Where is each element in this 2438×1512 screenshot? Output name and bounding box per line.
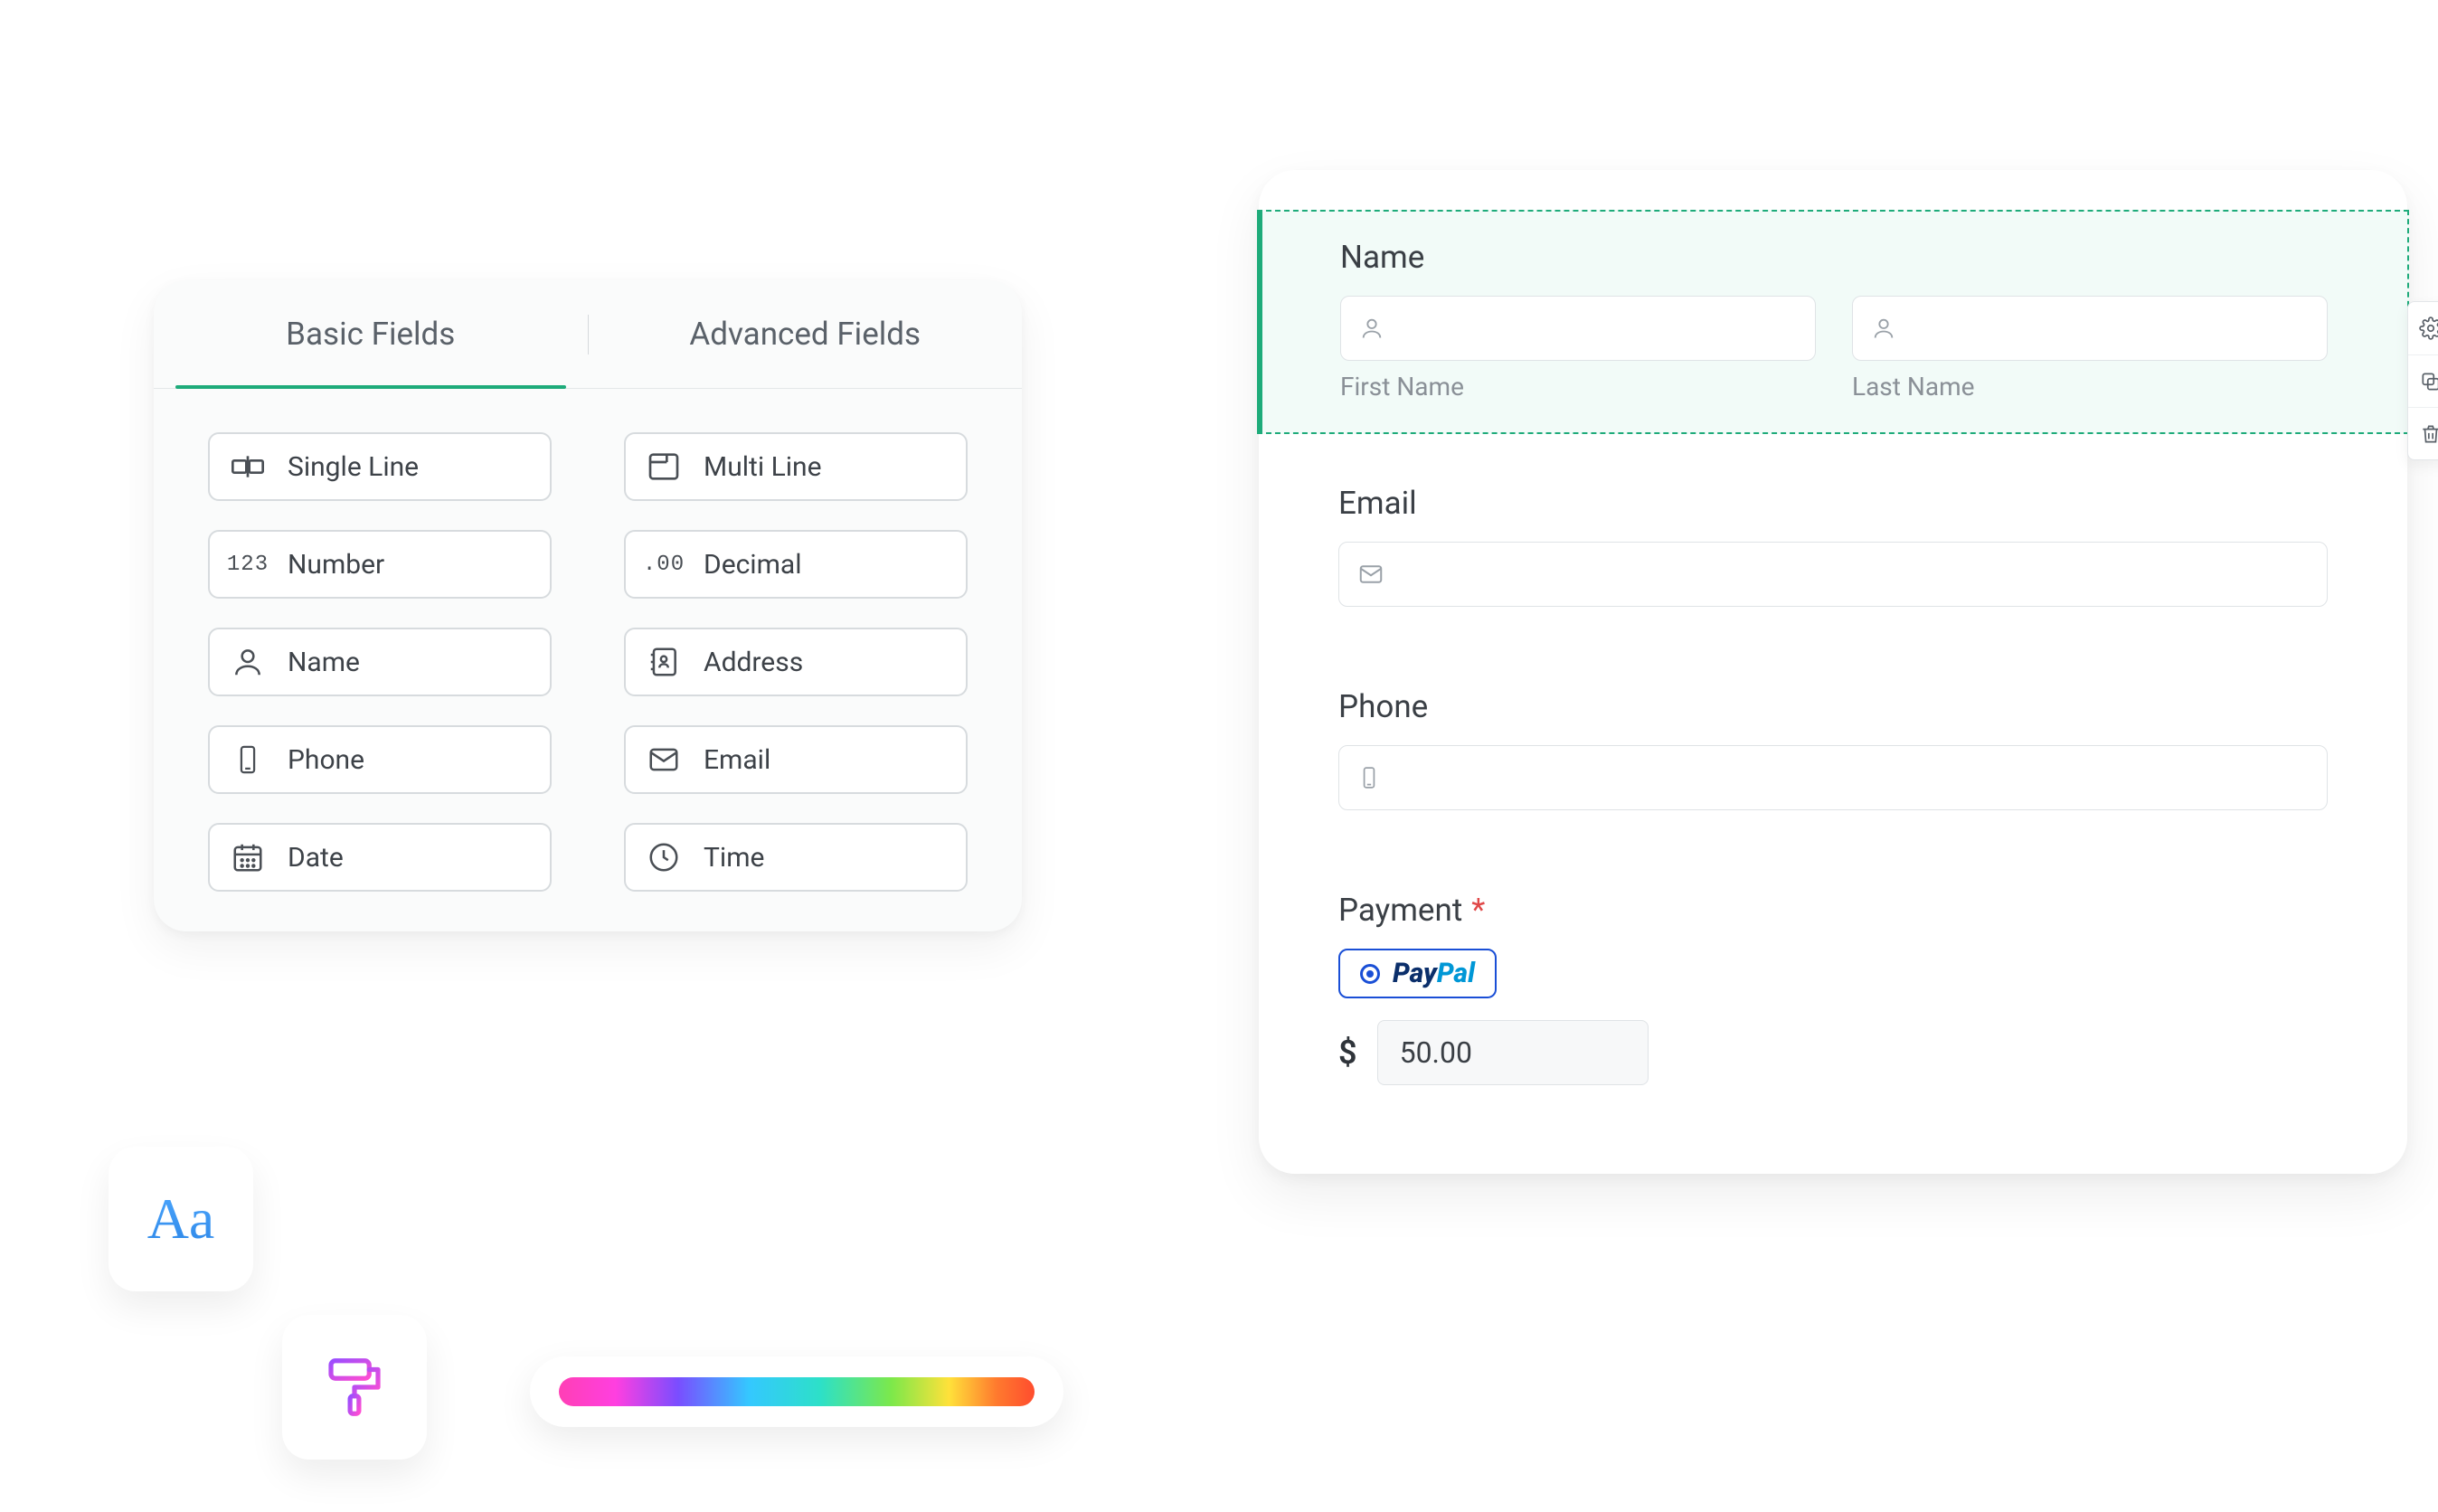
field-chip-name[interactable]: Name xyxy=(208,628,552,696)
form-preview: Name First Name Last xyxy=(1259,170,2407,1174)
address-icon xyxy=(646,644,682,680)
field-chip-label: Date xyxy=(288,842,344,874)
delete-button[interactable] xyxy=(2408,407,2438,459)
field-chip-label: Number xyxy=(288,549,384,581)
number-icon: 123 xyxy=(230,546,266,582)
field-label: Payment * xyxy=(1338,892,2328,929)
field-chip-label: Single Line xyxy=(288,451,419,483)
tab-label: Advanced Fields xyxy=(689,316,921,353)
phone-icon xyxy=(1357,766,1381,789)
first-name-input[interactable] xyxy=(1340,296,1816,361)
phone-input[interactable] xyxy=(1338,745,2328,810)
theme-brush-tool[interactable] xyxy=(282,1315,427,1460)
radio-selected-icon xyxy=(1360,964,1380,984)
palette-grid: Single Line Multi Line 123 Number xyxy=(154,389,1022,892)
tab-basic-fields[interactable]: Basic Fields xyxy=(154,280,588,388)
form-block-phone[interactable]: Phone xyxy=(1259,638,2407,841)
required-star-icon: * xyxy=(1471,892,1485,929)
payment-label-text: Payment xyxy=(1338,892,1462,929)
time-icon xyxy=(646,839,682,875)
gradient-bar xyxy=(559,1377,1035,1406)
tab-label: Basic Fields xyxy=(286,316,455,353)
sub-label: Last Name xyxy=(1852,372,2328,402)
paint-roller-icon xyxy=(319,1352,390,1422)
field-chip-label: Multi Line xyxy=(704,451,822,483)
phone-icon xyxy=(230,742,266,778)
paypal-option[interactable]: PayPal xyxy=(1338,949,1497,998)
email-icon xyxy=(1357,561,1384,588)
sub-label: First Name xyxy=(1340,372,1816,402)
multi-line-icon xyxy=(646,449,682,485)
field-chip-multi-line[interactable]: Multi Line xyxy=(624,432,968,501)
field-chip-label: Email xyxy=(704,744,770,776)
single-line-icon xyxy=(230,449,266,485)
field-chip-decimal[interactable]: .00 Decimal xyxy=(624,530,968,599)
field-chip-single-line[interactable]: Single Line xyxy=(208,432,552,501)
field-chip-label: Phone xyxy=(288,744,364,776)
font-style-tool[interactable]: Aa xyxy=(109,1147,253,1291)
email-icon xyxy=(646,742,682,778)
field-chip-address[interactable]: Address xyxy=(624,628,968,696)
form-block-name[interactable]: Name First Name Last xyxy=(1257,210,2409,434)
field-chip-number[interactable]: 123 Number xyxy=(208,530,552,599)
field-chip-time[interactable]: Time xyxy=(624,823,968,892)
field-chip-label: Name xyxy=(288,647,360,678)
field-chip-phone[interactable]: Phone xyxy=(208,725,552,794)
field-palette: Basic Fields Advanced Fields Single Line xyxy=(154,280,1022,931)
date-icon xyxy=(230,839,266,875)
field-chip-label: Time xyxy=(704,842,764,874)
duplicate-button[interactable] xyxy=(2408,354,2438,407)
form-block-email[interactable]: Email xyxy=(1259,434,2407,638)
email-input[interactable] xyxy=(1338,542,2328,607)
color-gradient-picker[interactable] xyxy=(530,1356,1063,1427)
amount-value: 50.00 xyxy=(1400,1035,1472,1070)
field-chip-label: Address xyxy=(704,647,803,678)
font-glyph: Aa xyxy=(147,1186,215,1252)
field-chip-email[interactable]: Email xyxy=(624,725,968,794)
amount-input[interactable]: 50.00 xyxy=(1377,1020,1649,1085)
gear-icon xyxy=(2419,317,2438,340)
copy-icon xyxy=(2419,370,2438,393)
field-chip-label: Decimal xyxy=(704,549,802,581)
field-label: Email xyxy=(1338,485,2328,522)
field-chip-date[interactable]: Date xyxy=(208,823,552,892)
person-icon xyxy=(1359,316,1384,341)
settings-button[interactable] xyxy=(2408,302,2438,354)
last-name-input[interactable] xyxy=(1852,296,2328,361)
selected-block-toolbar xyxy=(2407,301,2438,460)
palette-tabs: Basic Fields Advanced Fields xyxy=(154,280,1022,389)
currency-symbol: $ xyxy=(1338,1034,1357,1072)
form-block-payment[interactable]: Payment * PayPal $ 50.00 xyxy=(1259,841,2407,1116)
trash-icon xyxy=(2419,422,2438,446)
tab-advanced-fields[interactable]: Advanced Fields xyxy=(589,280,1023,388)
decimal-icon: .00 xyxy=(646,546,682,582)
person-icon xyxy=(1871,316,1896,341)
paypal-logo: PayPal xyxy=(1393,958,1475,989)
field-label: Phone xyxy=(1338,688,2328,725)
field-label: Name xyxy=(1340,239,2328,276)
name-icon xyxy=(230,644,266,680)
